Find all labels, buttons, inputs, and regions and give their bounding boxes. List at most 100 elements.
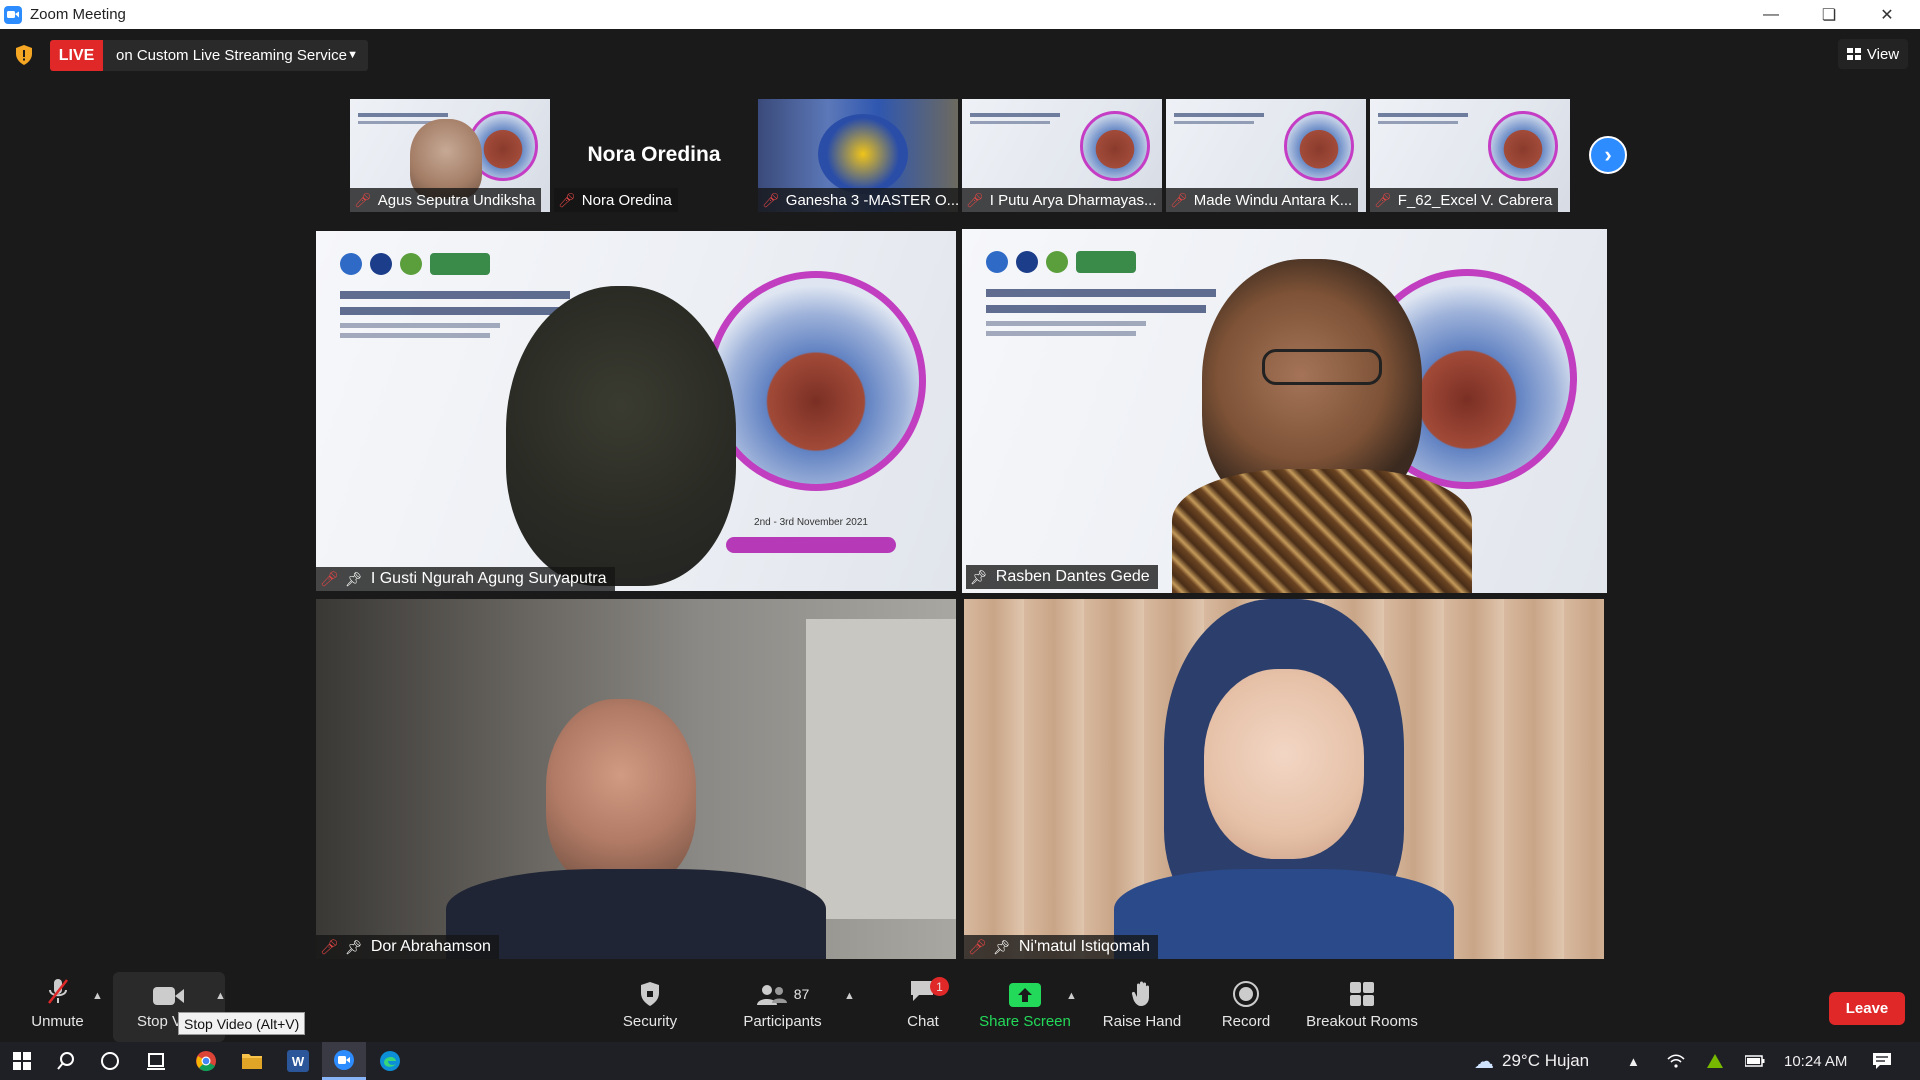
muted-mic-icon: 🎤︎ <box>320 571 340 588</box>
pin-icon: 📌︎ <box>993 938 1011 955</box>
chat-label: Chat <box>907 1013 939 1030</box>
conference-logos <box>986 251 1136 273</box>
zoom-app-icon <box>4 5 22 24</box>
muted-mic-icon: 🎤︎ <box>320 939 340 956</box>
participant-display-name: Nora Oredina <box>587 143 721 166</box>
unmute-label: Unmute <box>31 1013 84 1030</box>
word-icon[interactable]: W <box>276 1042 320 1080</box>
unmute-button[interactable]: Unmute <box>20 972 95 1042</box>
notifications-icon[interactable] <box>1872 1042 1892 1080</box>
pin-icon: 📌︎ <box>345 938 363 955</box>
video-tile-active-speaker[interactable]: 📌︎ Rasben Dantes Gede <box>962 229 1607 593</box>
muted-mic-icon: 🎤︎ <box>1374 191 1392 208</box>
battery-icon[interactable] <box>1745 1042 1765 1080</box>
participant-thumbnail[interactable]: 🎤︎ F_62_Excel V. Cabrera <box>1370 99 1570 212</box>
video-tile[interactable]: 2nd - 3rd November 2021 🎤︎ 📌︎ I Gusti Ng… <box>316 231 956 591</box>
pin-icon: 📌︎ <box>345 570 363 587</box>
participant-name: Made Windu Antara K... <box>1193 191 1353 209</box>
raise-hand-label: Raise Hand <box>1102 1013 1182 1030</box>
weather-cloud-icon: ☁︎ <box>1474 1050 1494 1073</box>
participant-name: I Putu Arya Dharmayas... <box>989 191 1157 209</box>
raise-hand-icon <box>1131 981 1149 1006</box>
task-view-icon[interactable] <box>134 1042 178 1080</box>
participant-thumbnail[interactable]: 🎤︎ Ganesha 3 -MASTER O... <box>758 99 958 212</box>
meeting-topbar: LIVE on Custom Live Streaming Service ▼ … <box>0 29 1920 81</box>
grid-icon <box>1846 48 1861 60</box>
participant-thumbnail[interactable]: 🎤︎ Made Windu Antara K... <box>1166 99 1366 212</box>
video-camera-icon <box>153 987 184 1005</box>
zoom-taskbar-icon[interactable] <box>322 1042 366 1080</box>
share-options-caret[interactable]: ▲ <box>1066 990 1077 1002</box>
shield-icon[interactable] <box>14 44 34 66</box>
muted-mic-icon: 🎤︎ <box>558 191 576 208</box>
stop-video-tooltip: Stop Video (Alt+V) <box>178 1012 306 1035</box>
participant-name: Agus Seputra Undiksha <box>377 191 536 209</box>
next-page-button[interactable]: › <box>1589 136 1627 174</box>
participants-options-caret[interactable]: ▲ <box>844 990 855 1002</box>
raise-hand-button[interactable]: Raise Hand <box>1098 972 1186 1042</box>
live-service-dropdown[interactable]: on Custom Live Streaming Service ▼ <box>103 40 368 71</box>
participants-icon <box>756 985 787 1005</box>
video-tile[interactable]: 🎤︎ 📌︎ Dor Abrahamson <box>316 599 956 959</box>
muted-mic-icon: 🎤︎ <box>1170 191 1188 208</box>
pin-icon: 📌︎ <box>970 568 988 585</box>
participants-label: Participants <box>743 1013 822 1030</box>
shield-icon <box>641 982 659 1006</box>
participants-count: 87 <box>793 986 810 1002</box>
muted-mic-icon: 🎤︎ <box>968 939 988 956</box>
participant-name: Ni'matul Istiqomah <box>1018 938 1150 955</box>
weather-text: 29°C Hujan <box>1502 1051 1590 1070</box>
wifi-icon[interactable] <box>1667 1042 1685 1080</box>
share-screen-button[interactable]: Share Screen <box>975 972 1075 1042</box>
close-icon[interactable]: ✕ <box>1858 0 1916 29</box>
view-label: View <box>1866 45 1900 63</box>
chrome-icon[interactable] <box>184 1042 228 1080</box>
participant-thumbnail[interactable]: 🎤︎ Agus Seputra Undiksha <box>350 99 550 212</box>
search-icon[interactable] <box>44 1042 88 1080</box>
share-screen-label: Share Screen <box>979 1013 1071 1030</box>
participant-name: Rasben Dantes Gede <box>995 568 1150 585</box>
record-label: Record <box>1221 1013 1271 1030</box>
participants-button[interactable]: 87 Participants <box>735 972 830 1042</box>
windows-start-icon[interactable] <box>0 1042 44 1080</box>
participant-thumbnail[interactable]: 🎤︎ I Putu Arya Dharmayas... <box>962 99 1162 212</box>
edge-icon[interactable] <box>368 1042 412 1080</box>
restore-icon[interactable]: ❏ <box>1800 0 1858 29</box>
nvidia-icon[interactable] <box>1706 1042 1724 1080</box>
muted-mic-icon: 🎤︎ <box>966 191 984 208</box>
live-badge[interactable]: LIVE <box>50 40 103 71</box>
participant-thumbnail[interactable]: Nora Oredina 🎤︎ Nora Oredina <box>554 99 754 212</box>
video-tile[interactable]: 🎤︎ 📌︎ Ni'matul Istiqomah <box>964 599 1604 959</box>
breakout-rooms-icon <box>1350 982 1374 1006</box>
breakout-rooms-label: Breakout Rooms <box>1306 1013 1418 1030</box>
view-button[interactable]: View <box>1838 39 1908 69</box>
svg-text:W: W <box>292 1054 305 1069</box>
chat-button[interactable]: 1 Chat <box>893 972 953 1042</box>
weather-widget[interactable]: ☁︎ 29°C Hujan <box>1474 1042 1589 1080</box>
participant-name: Nora Oredina <box>581 191 672 209</box>
video-options-caret[interactable]: ▲ <box>215 990 226 1002</box>
participant-name: Dor Abrahamson <box>370 938 491 955</box>
security-button[interactable]: Security <box>610 972 690 1042</box>
live-service-label: on Custom Live Streaming Service <box>116 47 347 64</box>
conference-logos <box>340 253 490 275</box>
file-explorer-icon[interactable] <box>230 1042 274 1080</box>
participant-name: Ganesha 3 -MASTER O... <box>785 191 958 209</box>
breakout-rooms-button[interactable]: Breakout Rooms <box>1302 972 1422 1042</box>
cortana-icon[interactable] <box>88 1042 132 1080</box>
participant-name: I Gusti Ngurah Agung Suryaputra <box>370 570 607 587</box>
window-title: Zoom Meeting <box>30 6 126 23</box>
record-button[interactable]: Record <box>1213 972 1279 1042</box>
tray-overflow-icon[interactable]: ▲ <box>1627 1042 1640 1080</box>
muted-mic-icon: 🎤︎ <box>354 191 372 208</box>
muted-mic-icon: 🎤︎ <box>762 191 780 208</box>
chevron-right-icon: › <box>1604 142 1612 167</box>
minimize-icon[interactable]: — <box>1742 0 1800 29</box>
record-icon <box>1233 981 1259 1007</box>
audio-options-caret[interactable]: ▲ <box>92 990 103 1002</box>
leave-button[interactable]: Leave <box>1829 992 1905 1025</box>
conference-date: 2nd - 3rd November 2021 <box>754 517 868 528</box>
chevron-down-icon: ▼ <box>347 49 358 61</box>
clock[interactable]: 10:24 AM <box>1784 1042 1847 1080</box>
window-titlebar: Zoom Meeting — ❏ ✕ <box>0 0 1920 29</box>
